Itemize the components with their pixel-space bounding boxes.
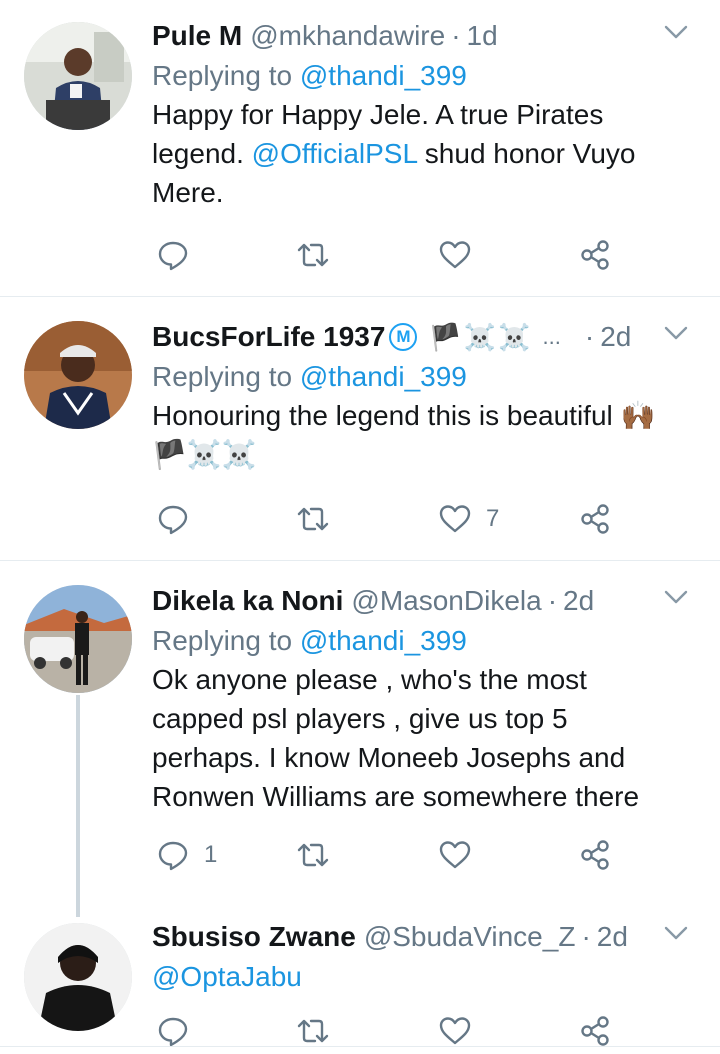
tweet[interactable]: BucsForLife 1937 M 🏴☠️☠️ ... · 2d Replyi… [0, 297, 720, 560]
tweet-text: Happy for Happy Jele. A true Pirates leg… [152, 95, 702, 212]
reply-icon [158, 841, 188, 871]
heart-icon [439, 841, 471, 869]
heart-icon [439, 505, 471, 533]
avatar[interactable] [24, 923, 132, 1031]
tweet-actions [152, 238, 672, 278]
replying-to-label: Replying to [152, 60, 293, 91]
avatar-image [24, 585, 132, 693]
chevron-down-icon[interactable] [660, 317, 692, 349]
mention-link[interactable]: @OptaJabu [152, 961, 302, 992]
separator-dot: · [584, 321, 595, 352]
retweet-button[interactable] [296, 238, 330, 272]
share-icon [581, 840, 609, 870]
avatar[interactable] [24, 585, 132, 693]
reply-icon [158, 505, 188, 535]
tweet-text: Honouring the legend this is beautiful 🙌… [152, 400, 656, 470]
share-button[interactable] [578, 238, 612, 272]
tweet-header: BucsForLife 1937 M 🏴☠️☠️ ... · 2d [152, 317, 702, 357]
retweet-button[interactable] [296, 502, 330, 536]
heart-icon [439, 1017, 471, 1045]
share-icon [581, 504, 609, 534]
timestamp[interactable]: 2d [600, 321, 631, 353]
avatar-image [24, 22, 132, 130]
tweet-actions: 1 [152, 838, 672, 878]
like-button[interactable] [438, 238, 486, 272]
chevron-down-icon[interactable] [660, 581, 692, 613]
avatar[interactable] [24, 321, 132, 429]
badge-icon: M [389, 323, 418, 351]
like-button[interactable] [438, 838, 486, 872]
display-name[interactable]: Sbusiso Zwane [152, 921, 356, 953]
timestamp[interactable]: 2d [597, 921, 628, 953]
separator-dot: · [451, 20, 461, 51]
retweet-button[interactable] [296, 838, 330, 872]
separator-dot: · [581, 921, 591, 952]
like-button[interactable] [438, 1014, 486, 1048]
chevron-down-icon[interactable] [660, 16, 692, 48]
like-count: 7 [486, 505, 500, 532]
separator-dot: · [547, 585, 558, 616]
timestamp[interactable]: 1d [467, 20, 498, 52]
divider [0, 1046, 720, 1047]
name-emoji: 🏴☠️☠️ [429, 321, 533, 352]
reply-icon [158, 1017, 188, 1047]
replying-to: Replying to @thandi_399 [152, 56, 702, 95]
display-name[interactable]: Dikela ka Noni [152, 585, 343, 617]
chevron-down-icon[interactable] [660, 917, 692, 949]
tweet-text: Ok anyone please , who's the most capped… [152, 664, 640, 812]
name-ellipsis: ... [542, 324, 561, 349]
replying-to-link[interactable]: @thandi_399 [300, 361, 467, 392]
reply-button[interactable] [156, 1014, 204, 1048]
tweet-actions [152, 1014, 672, 1054]
reply-button[interactable] [156, 238, 204, 272]
avatar[interactable] [24, 22, 132, 130]
tweet[interactable]: Sbusiso Zwane @SbudaVince_Z · 2d @OptaJa… [0, 901, 720, 1049]
tweet-header: Dikela ka Noni @MasonDikela · 2d [152, 581, 702, 621]
timestamp[interactable]: 2d [563, 585, 594, 617]
avatar-image [24, 321, 132, 429]
user-handle[interactable]: @MasonDikela [351, 585, 541, 617]
mention-link[interactable]: @OfficialPSL [252, 138, 417, 169]
tweet-actions: 7 [152, 502, 672, 542]
replying-to-link[interactable]: @thandi_399 [300, 625, 467, 656]
replying-to-label: Replying to [152, 361, 293, 392]
retweet-icon [297, 1019, 329, 1043]
retweet-button[interactable] [296, 1014, 330, 1048]
retweet-icon [297, 507, 329, 531]
like-button[interactable]: 7 [438, 502, 499, 536]
user-handle[interactable]: @SbudaVince_Z [364, 921, 576, 953]
tweet-header: Pule M @mkhandawire · 1d [152, 16, 702, 56]
tweet-text: @OptaJabu [152, 957, 702, 996]
user-handle[interactable]: @mkhandawire [250, 20, 445, 52]
share-button[interactable] [578, 502, 612, 536]
share-button[interactable] [578, 838, 612, 872]
share-icon [581, 1016, 609, 1046]
tweet[interactable]: Dikela ka Noni @MasonDikela · 2d Replyin… [0, 561, 720, 901]
share-icon [581, 240, 609, 270]
reply-button[interactable] [156, 502, 204, 536]
replying-to-label: Replying to [152, 625, 293, 656]
share-button[interactable] [578, 1014, 612, 1048]
replying-to-link[interactable]: @thandi_399 [300, 60, 467, 91]
replying-to: Replying to @thandi_399 [152, 357, 702, 396]
reply-count: 1 [204, 841, 218, 868]
heart-icon [439, 241, 471, 269]
tweet-header: Sbusiso Zwane @SbudaVince_Z · 2d [152, 917, 702, 957]
display-name[interactable]: BucsForLife 1937 [152, 321, 385, 353]
replying-to: Replying to @thandi_399 [152, 621, 702, 660]
tweet[interactable]: Pule M @mkhandawire · 1d Replying to @th… [0, 0, 720, 296]
retweet-icon [297, 843, 329, 867]
reply-button[interactable]: 1 [156, 838, 217, 872]
display-name[interactable]: Pule M [152, 20, 242, 52]
avatar-image [24, 923, 132, 1031]
reply-icon [158, 241, 188, 271]
retweet-icon [297, 243, 329, 267]
